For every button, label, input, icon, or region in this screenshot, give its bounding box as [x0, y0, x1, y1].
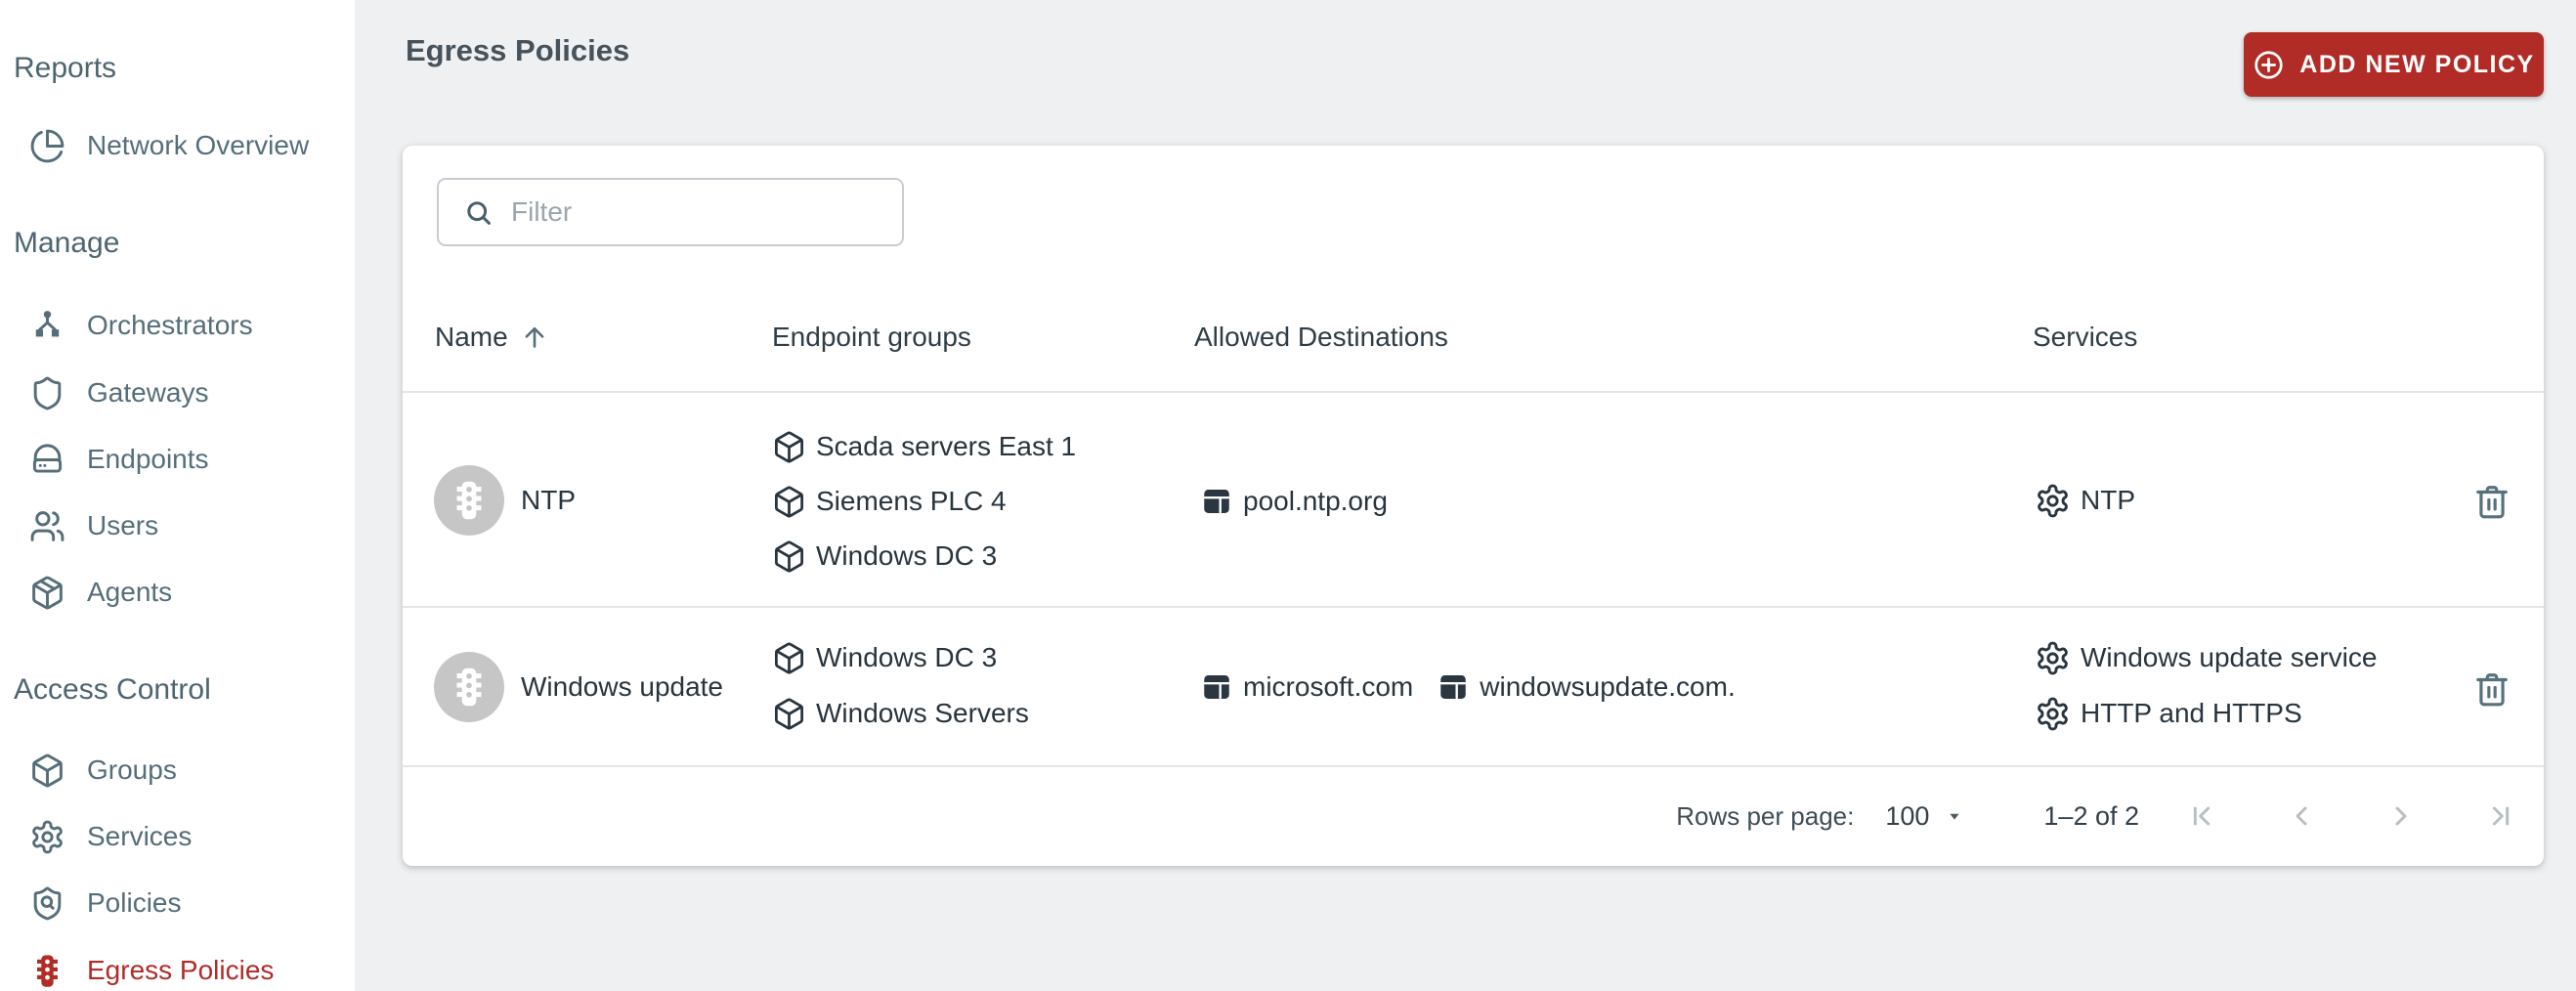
column-header-services[interactable]: Services [2033, 318, 2137, 357]
traffic-light-icon [448, 666, 491, 709]
destination-item: pool.ntp.org [1200, 482, 1388, 521]
gear-icon [2035, 696, 2071, 732]
sidebar-item-label: Endpoints [87, 444, 209, 474]
box-icon [772, 485, 806, 519]
box-icon [772, 539, 806, 574]
gear-icon [29, 819, 65, 855]
sidebar-item-gateways[interactable]: Gateways [29, 370, 209, 415]
sidebar-item-label: Services [87, 821, 193, 851]
gear-icon [2035, 640, 2071, 676]
server-icon [29, 442, 65, 478]
sidebar-section-reports: Reports [14, 52, 117, 84]
policy-name: Windows update [521, 671, 724, 702]
add-new-policy-label: ADD NEW POLICY [2299, 50, 2535, 78]
column-header-name[interactable]: Name [435, 318, 549, 357]
destination-item: windowsupdate.com. [1437, 668, 1736, 707]
sidebar-item-groups[interactable]: Groups [29, 748, 177, 793]
policy-avatar [434, 652, 504, 722]
gear-icon [2035, 483, 2071, 519]
previous-page-icon [2286, 800, 2317, 832]
pagination-nav [2186, 800, 2516, 832]
sidebar-item-users[interactable]: Users [29, 503, 158, 548]
sidebar-item-egress-policies[interactable]: Egress Policies [29, 948, 274, 991]
add-new-policy-button[interactable]: ADD NEW POLICY [2244, 32, 2544, 97]
sidebar-item-network-overview[interactable]: Network Overview [29, 123, 309, 168]
endpoint-group-item: Windows Servers [772, 694, 1029, 733]
network-icon [29, 308, 65, 344]
delete-policy-button[interactable] [2470, 667, 2513, 711]
divider [403, 606, 2544, 608]
package-icon [29, 575, 65, 611]
caret-down-icon [1944, 805, 1965, 827]
search-icon [463, 197, 494, 228]
sidebar-item-policies[interactable]: Policies [29, 881, 181, 926]
page-range-label: 1–2 of 2 [2043, 800, 2139, 831]
box-icon [772, 641, 806, 675]
rows-per-page-value: 100 [1885, 800, 1930, 831]
rows-per-page-select[interactable]: 100 [1885, 801, 1965, 832]
shield-icon [29, 375, 65, 411]
sidebar-item-services[interactable]: Services [29, 814, 192, 859]
sidebar-item-endpoints[interactable]: Endpoints [29, 437, 209, 482]
sidebar-section-manage: Manage [14, 227, 120, 259]
traffic-light-icon [448, 479, 491, 522]
box-icon [772, 430, 806, 464]
sidebar: Reports Network Overview Manage Orchestr… [0, 0, 355, 991]
destination-list: microsoft.com windowsupdate.com. [1200, 668, 1736, 707]
filter-input[interactable] [511, 196, 902, 228]
sidebar-item-label: Gateways [87, 377, 209, 408]
sidebar-item-label: Orchestrators [87, 310, 253, 340]
column-header-allowed-destinations[interactable]: Allowed Destinations [1194, 318, 1448, 357]
rows-per-page-label: Rows per page: [1676, 800, 1855, 831]
plus-circle-icon [2253, 49, 2285, 81]
endpoint-group-item: Windows DC 3 [772, 638, 997, 677]
next-page-button[interactable] [2385, 800, 2417, 832]
sidebar-item-label: Network Overview [87, 130, 310, 160]
traffic-light-icon [29, 953, 65, 989]
egress-policies-card: Name Endpoint groups Allowed Destination… [403, 146, 2544, 866]
destination-item: microsoft.com [1200, 668, 1413, 707]
divider [403, 765, 2544, 767]
last-page-button[interactable] [2485, 800, 2516, 832]
divider [403, 391, 2544, 393]
users-icon [29, 508, 65, 544]
sidebar-item-agents[interactable]: Agents [29, 570, 172, 615]
previous-page-button[interactable] [2286, 800, 2317, 832]
first-page-icon [2186, 800, 2217, 832]
sort-ascending-icon [520, 323, 549, 352]
delete-policy-button[interactable] [2470, 479, 2513, 524]
box-icon [29, 753, 65, 789]
endpoint-group-item: Windows DC 3 [772, 537, 997, 576]
sidebar-item-label: Policies [87, 887, 182, 918]
sidebar-item-orchestrators[interactable]: Orchestrators [29, 303, 253, 348]
browser-icon [1437, 670, 1470, 704]
last-page-icon [2485, 800, 2516, 832]
pie-chart-icon [29, 128, 65, 164]
endpoint-group-item: Scada servers East 1 [772, 427, 1076, 466]
trash-icon [2473, 481, 2511, 522]
shield-search-icon [29, 885, 65, 922]
browser-icon [1200, 670, 1233, 704]
policy-name: NTP [521, 485, 576, 515]
service-item: HTTP and HTTPS [2035, 694, 2302, 733]
sidebar-item-label: Groups [87, 754, 177, 785]
sidebar-item-label: Egress Policies [87, 955, 275, 985]
first-page-button[interactable] [2186, 800, 2217, 832]
browser-icon [1200, 485, 1233, 518]
box-icon [772, 697, 806, 731]
sidebar-section-access-control: Access Control [14, 673, 211, 706]
endpoint-group-item: Siemens PLC 4 [772, 482, 1007, 521]
service-item: Windows update service [2035, 638, 2377, 677]
next-page-icon [2385, 800, 2417, 832]
trash-icon [2473, 668, 2511, 710]
pagination: Rows per page: 100 1–2 of 2 [1676, 781, 2516, 851]
sidebar-item-label: Users [87, 510, 159, 540]
service-item: NTP [2035, 481, 2135, 520]
column-header-endpoint-groups[interactable]: Endpoint groups [772, 318, 971, 357]
policy-avatar [434, 465, 504, 536]
filter-field [437, 178, 904, 246]
sidebar-item-label: Agents [87, 577, 173, 607]
page-title: Egress Policies [406, 33, 630, 67]
